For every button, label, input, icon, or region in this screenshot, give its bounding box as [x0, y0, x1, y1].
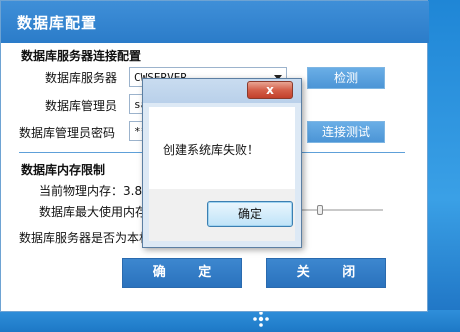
error-message-dialog: x 创建系统库失败！ 确定	[142, 78, 302, 248]
password-label: 数据库管理员密码	[19, 126, 116, 140]
memory-section-title: 数据库内存限制	[21, 163, 106, 177]
window-title: 数据库配置	[17, 14, 98, 32]
connection-test-button[interactable]: 连接测试	[307, 121, 385, 143]
max-memory-label: 数据库最大使用内存	[39, 205, 148, 219]
ok-button[interactable]: 确 定	[122, 258, 242, 288]
close-icon[interactable]: x	[247, 81, 293, 99]
server-label: 数据库服务器	[45, 71, 118, 85]
max-memory-slider[interactable]	[301, 209, 383, 211]
close-button[interactable]: 关 闭	[266, 258, 386, 288]
dialog-message: 创建系统库失败！	[163, 143, 260, 157]
dialog-footer: 确定	[149, 189, 295, 241]
desktop-flower-icon	[253, 311, 269, 327]
window-titlebar[interactable]: 数据库配置	[1, 1, 429, 43]
dialog-titlebar[interactable]: x	[143, 79, 301, 103]
current-memory-label: 当前物理内存：3.8	[39, 184, 143, 198]
max-memory-slider-thumb[interactable]	[317, 205, 323, 215]
dialog-body: 创建系统库失败！	[149, 107, 295, 189]
admin-label: 数据库管理员	[45, 99, 118, 113]
local-server-label: 数据库服务器是否为本机	[19, 231, 152, 245]
desktop-taskbar-area	[0, 310, 460, 332]
detect-button[interactable]: 检测	[307, 67, 385, 89]
connection-section-title: 数据库服务器连接配置	[21, 49, 142, 63]
dialog-ok-button[interactable]: 确定	[207, 201, 293, 227]
desktop-background	[428, 0, 460, 332]
